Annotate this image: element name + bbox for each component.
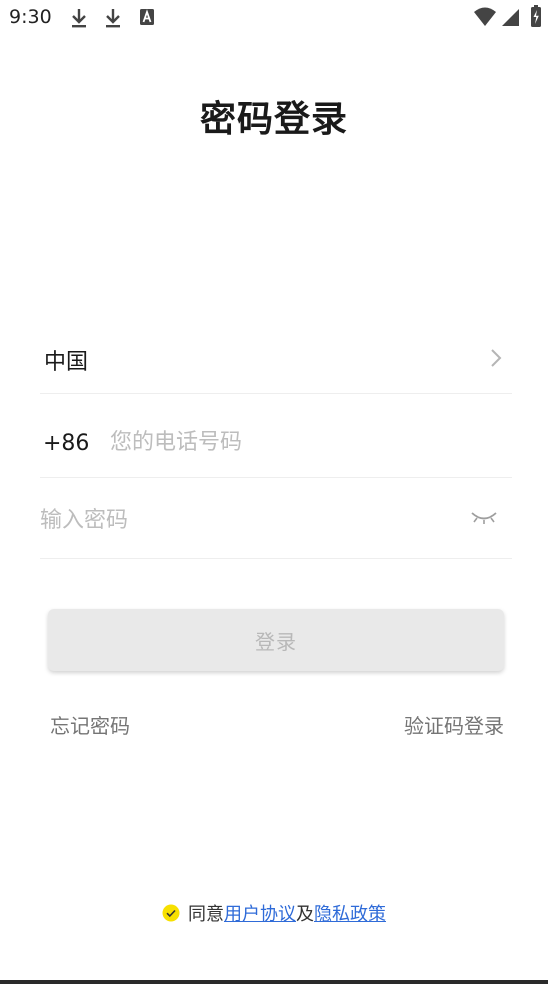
user-agreement-link[interactable]: 用户协议: [224, 900, 296, 926]
agreement: 同意 用户协议 及 隐私政策: [0, 900, 548, 926]
password-row: [40, 478, 512, 559]
chevron-right-icon: [491, 349, 502, 367]
eye-closed-icon[interactable]: [470, 510, 498, 526]
download-icon: [106, 9, 120, 28]
page-title: 密码登录: [199, 99, 348, 140]
download-icon: [72, 9, 86, 28]
phone-input[interactable]: [110, 422, 490, 462]
signal-icon: [502, 9, 519, 26]
country-label: 中国: [44, 350, 89, 375]
bottom-bar: [0, 980, 548, 984]
status-time: 9:30: [9, 6, 52, 28]
login-screen: 9:30 密码登录 中国 +86 您的电话号码 登录 忘记密码 验证码登录 同意…: [0, 0, 548, 984]
country-selector[interactable]: 中国: [40, 320, 512, 394]
sms-login-link[interactable]: 验证码登录: [404, 710, 504, 739]
status-bar: 9:30: [0, 0, 548, 36]
phone-row: +86: [40, 394, 512, 478]
battery-icon: [531, 5, 541, 27]
wifi-icon: [474, 7, 496, 26]
agreement-prefix: 同意: [188, 904, 224, 925]
privacy-policy-link[interactable]: 隐私政策: [314, 900, 386, 926]
a-icon: [140, 9, 154, 25]
forgot-password-link[interactable]: 忘记密码: [50, 710, 130, 739]
password-input[interactable]: [40, 500, 440, 540]
checkbox-checked-icon[interactable]: [162, 904, 180, 922]
agreement-conjunction: 及: [296, 904, 314, 925]
dial-code[interactable]: +86: [43, 431, 89, 456]
login-button[interactable]: 登录: [48, 609, 504, 671]
